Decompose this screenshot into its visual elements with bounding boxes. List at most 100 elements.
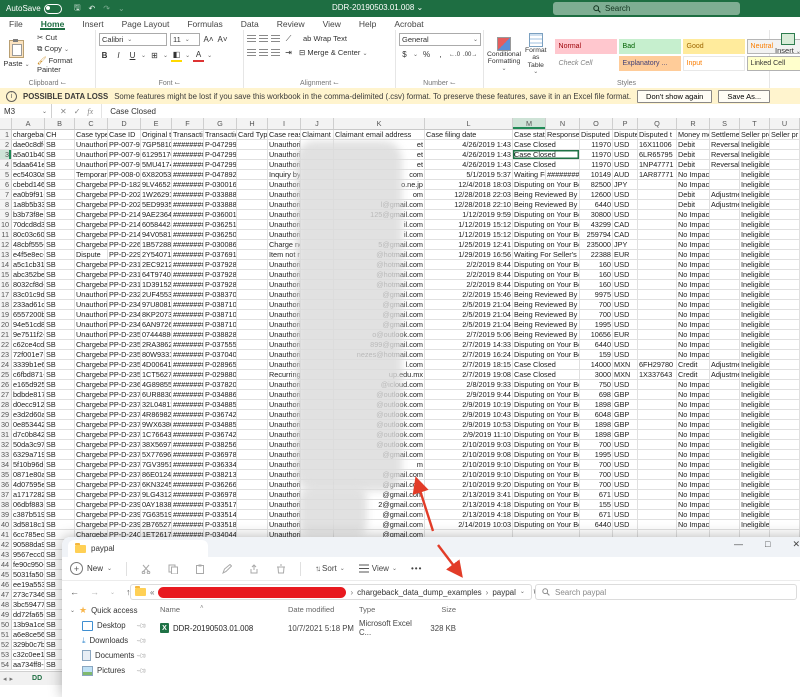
cell[interactable]: SB xyxy=(45,500,75,509)
cell[interactable]: Chargeba xyxy=(75,450,108,459)
cell[interactable] xyxy=(710,280,740,289)
cell[interactable] xyxy=(710,400,740,409)
cell[interactable]: Unauthori xyxy=(75,150,108,159)
cell[interactable]: Ineligible xyxy=(740,350,770,359)
cell[interactable]: Case filing date xyxy=(425,130,513,139)
cell[interactable]: Chargeba xyxy=(75,190,108,199)
cell[interactable] xyxy=(710,260,740,269)
cell[interactable] xyxy=(237,400,268,409)
cell[interactable]: 6440 xyxy=(580,340,613,349)
cell[interactable]: Ineligible xyxy=(740,290,770,299)
align-middle-icon[interactable] xyxy=(259,35,268,42)
cell[interactable]: 5/1/2019 5:37 xyxy=(425,170,513,179)
cell[interactable]: P-04729937 xyxy=(204,150,237,159)
cell[interactable]: 2/8/2019 9:33 xyxy=(425,380,513,389)
cell[interactable]: Ineligible xyxy=(740,470,770,479)
save-icon[interactable]: 🖫 xyxy=(74,2,81,16)
cell[interactable]: 273c7346- xyxy=(12,590,45,599)
cell[interactable]: ######## xyxy=(172,400,204,409)
cell[interactable]: 2/9/2019 11:10 xyxy=(425,430,513,439)
cell[interactable]: Being Reviewed By P xyxy=(513,300,580,309)
cell[interactable]: Case Closed xyxy=(513,140,580,149)
row-num[interactable]: 6 xyxy=(0,180,12,189)
row-num[interactable]: 40 xyxy=(0,520,12,529)
cell[interactable] xyxy=(638,490,677,499)
col-letter[interactable]: O xyxy=(580,118,613,129)
cell[interactable]: 9AE23642: xyxy=(141,210,172,219)
cell[interactable]: Chargeba xyxy=(75,410,108,419)
cell[interactable]: d0ecc912- xyxy=(12,400,45,409)
cell[interactable]: PP-D-2358 xyxy=(108,350,141,359)
cell[interactable]: PP-D-2260 xyxy=(108,240,141,249)
cell[interactable]: P-03488561 xyxy=(204,420,237,429)
font-color-icon[interactable]: A xyxy=(193,49,204,62)
cell[interactable]: 6557200b- xyxy=(12,310,45,319)
cell[interactable] xyxy=(710,350,740,359)
cell[interactable]: Ineligible xyxy=(740,400,770,409)
cell[interactable]: ######## xyxy=(172,140,204,149)
forward-icon[interactable]: → xyxy=(90,587,99,597)
cell[interactable]: ######## xyxy=(172,150,204,159)
cell[interactable]: 159 xyxy=(580,350,613,359)
row-num[interactable]: 4 xyxy=(0,160,12,169)
cell[interactable]: Ineligible xyxy=(740,140,770,149)
cell[interactable]: SB xyxy=(45,290,75,299)
cell[interactable]: 6cc785ec- xyxy=(12,530,45,539)
cell[interactable]: Disputing on Your Be xyxy=(513,350,580,359)
cell[interactable]: 6FH29780 xyxy=(638,360,677,369)
cell[interactable]: ######## xyxy=(172,360,204,369)
cell[interactable]: ######## xyxy=(172,310,204,319)
cell[interactable]: Unauthori xyxy=(75,160,108,169)
cell[interactable] xyxy=(710,310,740,319)
cell[interactable]: 83c01c9d- xyxy=(12,290,45,299)
cell[interactable]: Being Reviewed By P xyxy=(513,290,580,299)
cell[interactable]: MXN xyxy=(613,370,638,379)
cell[interactable]: Chargeba xyxy=(75,420,108,429)
row-num[interactable]: 52 xyxy=(0,640,12,649)
grow-font-icon[interactable]: A˄ xyxy=(203,34,214,45)
cell[interactable] xyxy=(237,150,268,159)
row-num[interactable]: 37 xyxy=(0,490,12,499)
cell[interactable]: GBP xyxy=(613,410,638,419)
cell[interactable]: PP-D-2377 xyxy=(108,490,141,499)
cell[interactable]: PP-008-01 xyxy=(108,170,141,179)
dont-show-again-button[interactable]: Don't show again xyxy=(637,90,712,103)
cell[interactable] xyxy=(710,320,740,329)
cell[interactable]: ######## xyxy=(172,190,204,199)
cell[interactable]: 2/7/2019 5:06 xyxy=(425,330,513,339)
cell[interactable]: P-03821386 xyxy=(204,470,237,479)
cell[interactable]: 6440 xyxy=(580,200,613,209)
cell[interactable]: No Impact xyxy=(677,300,710,309)
cell[interactable]: 3bc59477- xyxy=(12,600,45,609)
cell[interactable] xyxy=(710,470,740,479)
cell[interactable] xyxy=(770,420,800,429)
cell[interactable]: c6fbd871- xyxy=(12,370,45,379)
cell[interactable]: Chargeba xyxy=(75,200,108,209)
col-letter[interactable]: M xyxy=(513,118,546,129)
cell[interactable]: P-04729936 xyxy=(204,160,237,169)
explorer-tab[interactable]: paypal xyxy=(68,540,208,557)
col-letter[interactable]: P xyxy=(613,118,638,129)
cell[interactable]: SB xyxy=(45,470,75,479)
cell[interactable] xyxy=(770,210,800,219)
cell[interactable]: JPY xyxy=(613,240,638,249)
menu-tab[interactable]: Help xyxy=(350,17,385,30)
sheet-tab[interactable]: DD xyxy=(32,675,42,682)
cell[interactable] xyxy=(770,390,800,399)
cell[interactable]: 3000 xyxy=(580,370,613,379)
cell[interactable]: 30800 xyxy=(580,210,613,219)
row-num[interactable]: 18 xyxy=(0,300,12,309)
cell[interactable]: Chargeba xyxy=(75,400,108,409)
cell[interactable]: Unauthori xyxy=(75,310,108,319)
cell[interactable]: ######## xyxy=(172,290,204,299)
cell[interactable]: P-03488642 xyxy=(204,390,237,399)
row-num[interactable]: 12 xyxy=(0,240,12,249)
cell[interactable]: PP-D-2359 xyxy=(108,360,141,369)
cell[interactable]: SB xyxy=(45,360,75,369)
cell[interactable]: 329b0c7b- xyxy=(12,640,45,649)
cell[interactable]: P-03871083 xyxy=(204,310,237,319)
cell[interactable]: PP-D-1828 xyxy=(108,180,141,189)
cell[interactable]: 11970 xyxy=(580,160,613,169)
cell[interactable] xyxy=(638,500,677,509)
cell[interactable] xyxy=(638,180,677,189)
